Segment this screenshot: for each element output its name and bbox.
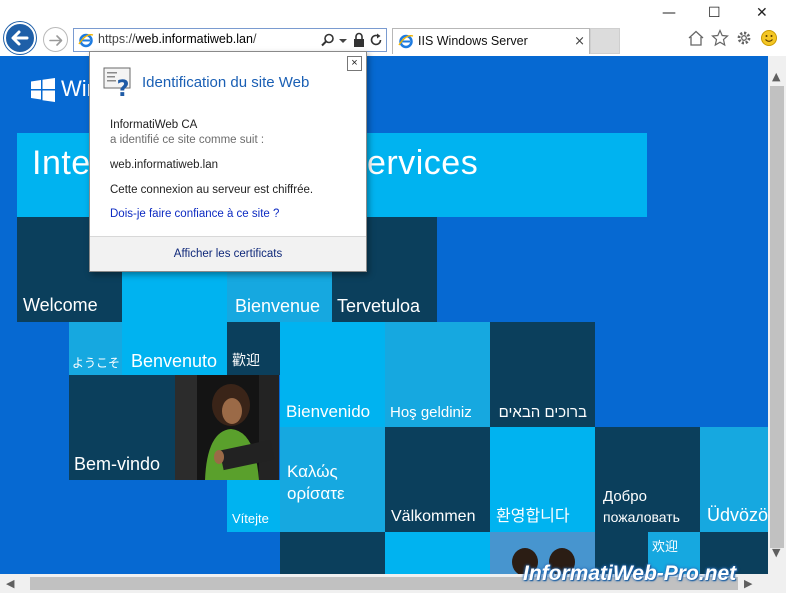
home-icon[interactable] [687, 29, 705, 47]
tile-hosgeldiniz: Hoş geldiniz [385, 322, 490, 427]
site-name: web.informatiweb.lan [110, 159, 219, 171]
scroll-right-arrow-icon[interactable]: ▶ [744, 577, 752, 590]
url-host: web.informatiweb.lan [135, 32, 253, 46]
tile-kangying: 歡迎 [227, 322, 280, 375]
favorites-star-icon[interactable] [711, 29, 729, 47]
tile-udvozol: Üdvözö [700, 427, 768, 532]
tile-label: 欢迎 [652, 539, 679, 554]
encryption-status: Cette connexion au serveur est chiffrée. [110, 184, 314, 196]
photo-woman-laptop [175, 375, 279, 480]
tile-label: ברוכים הבאים [498, 404, 587, 421]
ie-icon [78, 33, 94, 48]
page-title-right: ervices [367, 144, 479, 182]
tile-blank-dark-bottom [280, 532, 385, 574]
tile-kalos: Καλώς ορίσατε [280, 427, 385, 532]
tile-yokoso: ようこそ [69, 322, 122, 375]
forward-button[interactable] [43, 27, 68, 52]
url-path: / [252, 32, 257, 46]
popup-title: Identification du site Web [142, 74, 310, 91]
issuer-name: InformatiWeb CA [110, 119, 198, 131]
tab-title: IIS Windows Server [418, 34, 528, 48]
tile-label: 환영합니다 [496, 508, 570, 525]
trust-site-link[interactable]: Dois-je faire confiance à ce site ? [110, 208, 279, 220]
back-button[interactable] [3, 21, 37, 55]
search-icon[interactable] [320, 32, 336, 48]
refresh-icon[interactable] [368, 32, 384, 48]
scroll-left-arrow-icon[interactable]: ◀ [6, 577, 14, 590]
close-window-button[interactable]: ✕ [756, 5, 768, 21]
lock-icon[interactable] [352, 32, 366, 48]
scroll-down-arrow-icon[interactable]: ▼ [772, 546, 780, 559]
vertical-scroll-thumb[interactable] [770, 86, 784, 548]
tile-dobro: Добро пожаловать [595, 427, 700, 532]
site-identification-popup: ? Identification du site Web × Informati… [89, 51, 367, 272]
address-bar[interactable]: https://web.informatiweb.lan/ [73, 28, 387, 52]
tile-label: Bem-vindo [74, 454, 161, 474]
smiley-feedback-icon[interactable] [760, 29, 778, 47]
chevron-down-icon[interactable] [338, 32, 348, 48]
page-title-left: Inte [32, 144, 91, 182]
tile-label-line1: Καλώς [287, 462, 338, 481]
svg-text:?: ? [117, 77, 130, 98]
tile-valkommen: Välkommen [385, 427, 490, 532]
scroll-up-arrow-icon[interactable]: ▲ [772, 70, 780, 83]
tile-label: Bienvenido [286, 402, 371, 421]
tile-label: Benvenuto [131, 351, 218, 371]
tile-label-line1: Добро [603, 488, 647, 505]
ie-icon [398, 34, 414, 49]
address-url: https://web.informatiweb.lan/ [98, 32, 256, 46]
tile-vitejte: Vítejte [227, 480, 280, 532]
certificate-question-icon: ? [103, 67, 131, 98]
tile-hebrew: ברוכים הבאים [490, 322, 595, 427]
new-tab-button[interactable] [590, 28, 620, 54]
tile-label: ようこそ [72, 356, 121, 370]
tile-korean: 환영합니다 [490, 427, 595, 532]
browser-toolbar: — ☐ ✕ https://web.informatiweb.lan/ IIS … [0, 0, 786, 56]
issuer-subtitle: a identifié ce site comme suit : [110, 134, 265, 146]
tile-label: Welcome [23, 295, 98, 315]
popup-close-button[interactable]: × [347, 56, 362, 71]
tile-label: 歡迎 [232, 352, 260, 368]
tile-benvenuto: Benvenuto [122, 322, 227, 375]
tab-close-button[interactable]: × [574, 34, 585, 49]
tile-bemvindo: Bem-vindo [69, 375, 175, 480]
tab-iis-windows-server[interactable]: IIS Windows Server × [392, 28, 590, 54]
tile-bienvenido: Bienvenido [280, 322, 385, 427]
tile-label: Vítejte [232, 511, 269, 526]
tile-label: Tervetuloa [337, 296, 421, 316]
vertical-scrollbar[interactable]: ▲ ▼ [768, 56, 786, 574]
tile-label: Bienvenue [235, 296, 321, 316]
minimize-button[interactable]: — [662, 5, 676, 21]
tile-label: Hoş geldiniz [390, 404, 472, 421]
tile-label-line2: ορίσατε [287, 484, 345, 503]
view-certificates-button[interactable]: Afficher les certificats [90, 248, 366, 260]
browser-window: — ☐ ✕ https://web.informatiweb.lan/ IIS … [0, 0, 786, 593]
tile-label-line2: пожаловать [603, 509, 680, 525]
windows-logo-icon [31, 78, 55, 102]
popup-footer: Afficher les certificats [90, 236, 366, 271]
settings-gear-icon[interactable] [735, 29, 753, 47]
watermark-text: InformatiWeb-Pro.net [523, 562, 737, 585]
back-arrow-icon [4, 22, 36, 54]
url-scheme: https:// [98, 32, 136, 46]
forward-arrow-icon [49, 35, 63, 46]
tile-label: Üdvözö [707, 505, 768, 525]
maximize-button[interactable]: ☐ [708, 5, 721, 21]
tile-label: Välkommen [391, 508, 476, 525]
tile-blank-cyan-bottom [385, 532, 490, 574]
